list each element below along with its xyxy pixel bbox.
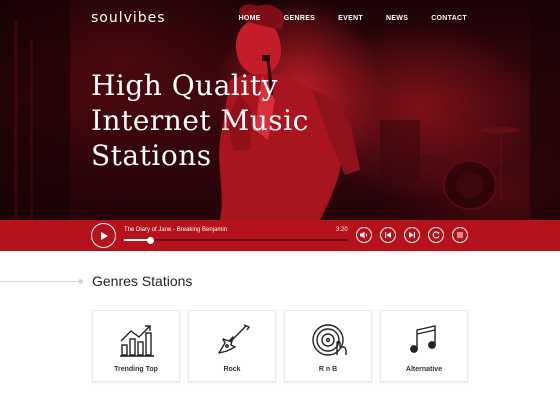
genre-card-trending[interactable]: Trending Top [92,310,180,382]
play-button[interactable] [91,223,116,248]
main-nav: HOME GENRES EVENT NEWS CONTACT [216,15,467,22]
genre-card-rnb[interactable]: R n B [284,310,372,382]
genre-card-rock[interactable]: Rock [188,310,276,382]
nav-home[interactable]: HOME [239,15,261,22]
trending-chart-icon [120,325,154,357]
repeat-icon [432,231,440,239]
repeat-button[interactable] [428,227,444,243]
playlist-icon [457,232,463,238]
music-notes-icon [410,325,436,353]
genre-card-label: Trending Top [114,366,158,373]
track-title: The Diary of Jane - Breaking Benjamin [124,227,228,233]
next-button[interactable] [404,227,420,243]
progress-handle[interactable] [147,236,155,244]
progress-bar[interactable] [124,236,348,244]
playlist-button[interactable] [452,227,468,243]
section-divider-dot [78,279,83,284]
section-divider-line [0,281,80,282]
genre-card-alternative[interactable]: Alternative [380,310,468,382]
section-title: Genres Stations [92,273,193,289]
nav-contact[interactable]: CONTACT [431,15,467,22]
genre-card-label: R n B [318,366,338,373]
electric-guitar-icon [218,324,250,354]
hero-title-line: Stations [91,139,212,172]
site-logo[interactable]: soulvibes [91,10,166,26]
previous-button[interactable] [380,227,396,243]
nav-event[interactable]: EVENT [338,15,363,22]
hero-title: High Quality Internet Music Stations [91,68,391,173]
nav-genres[interactable]: GENRES [284,15,315,22]
audio-player: The Diary of Jane - Breaking Benjamin 3:… [0,220,560,251]
volume-icon [360,231,368,239]
hero-title-line: Internet Music [91,104,309,137]
genre-card-label: Rock [223,366,241,373]
track-time: 3:20 [336,227,348,233]
volume-button[interactable] [356,227,372,243]
hero-banner: soulvibes HOME GENRES EVENT NEWS CONTACT… [0,0,560,220]
genre-card-label: Alternative [405,366,443,373]
next-icon [409,232,415,238]
vinyl-record-icon [312,324,347,356]
nav-news[interactable]: NEWS [386,15,408,22]
play-icon [100,231,108,240]
drum-kit [412,127,526,210]
hero-title-line: High Quality [91,69,278,102]
previous-icon [385,232,391,238]
